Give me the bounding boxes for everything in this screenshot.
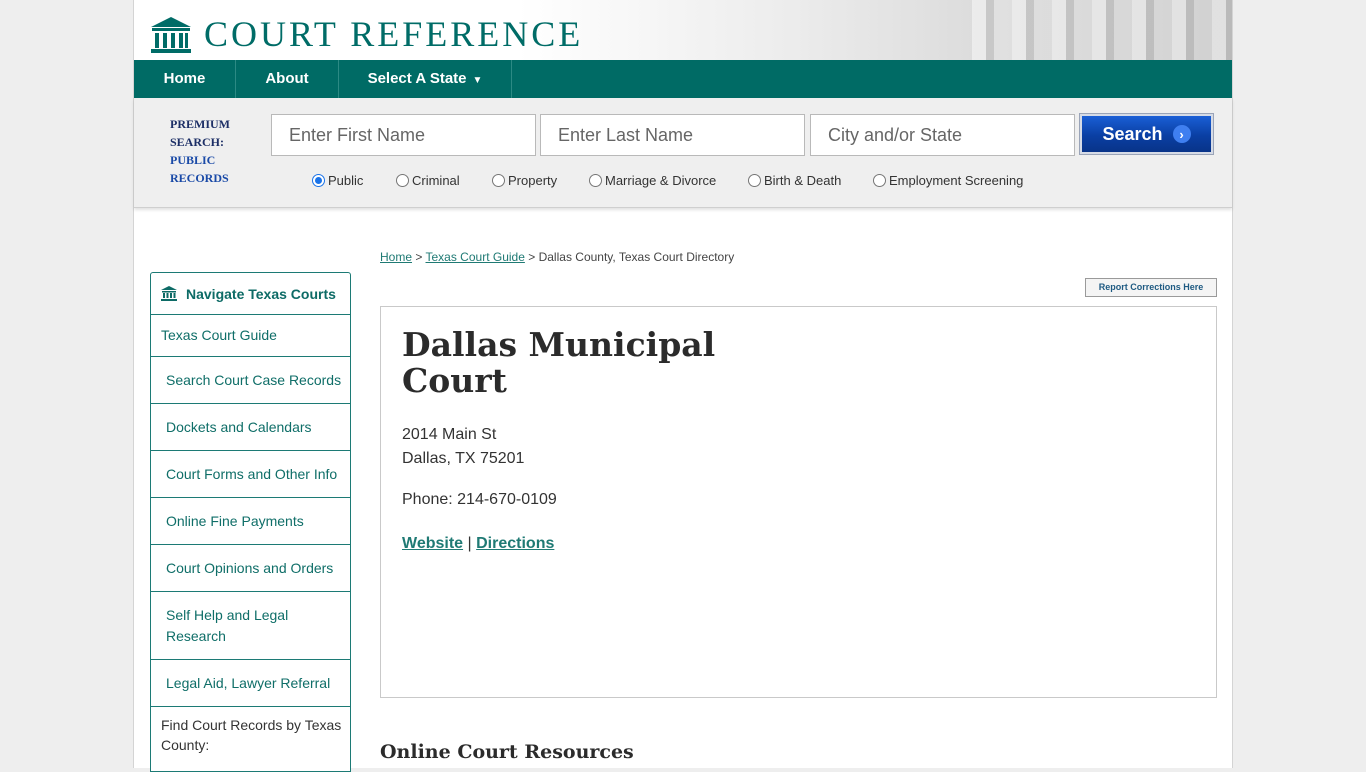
link-separator: |	[467, 535, 472, 552]
sidebar-header: Navigate Texas Courts	[151, 273, 350, 315]
breadcrumb-guide-link[interactable]: Texas Court Guide	[426, 250, 525, 264]
page-container: COURT REFERENCE Home About Select A Stat…	[133, 0, 1233, 772]
court-phone: Phone: 214-670-0109	[402, 491, 557, 508]
radio-birth-death-button[interactable]	[748, 173, 761, 187]
premium-search-bar: PREMIUM SEARCH: PUBLIC RECORDS Search › …	[134, 98, 1232, 208]
sidebar-nav: Navigate Texas Courts Texas Court Guide …	[150, 272, 351, 772]
report-corrections-button[interactable]: Report Corrections Here	[1085, 278, 1217, 297]
header-columns-decoration	[972, 0, 1232, 60]
sidebar-item-self-help[interactable]: Self Help and Legal Research	[151, 592, 350, 660]
sidebar-item-texas-court-guide[interactable]: Texas Court Guide	[151, 315, 350, 357]
court-city-line: Dallas, TX 75201	[402, 450, 525, 467]
radio-property[interactable]: Property	[492, 171, 557, 189]
radio-criminal[interactable]: Criminal	[396, 171, 460, 189]
radio-birth-death[interactable]: Birth & Death	[748, 171, 841, 189]
main-nav: Home About Select A State ▼	[134, 60, 1232, 98]
sidebar-county-label: Find Court Records by Texas County:	[161, 717, 342, 753]
premium-search-label: PREMIUM SEARCH: PUBLIC RECORDS	[170, 115, 250, 187]
nav-about[interactable]: About	[236, 60, 339, 98]
breadcrumb-separator: >	[415, 250, 423, 264]
first-name-input[interactable]	[271, 114, 536, 156]
radio-employment-screening-label: Employment Screening	[889, 172, 1024, 188]
last-name-input[interactable]	[540, 114, 805, 156]
premium-label-line2: SEARCH:	[170, 135, 225, 149]
sidebar-item-court-forms[interactable]: Court Forms and Other Info	[151, 451, 350, 498]
radio-employment-screening-button[interactable]	[873, 173, 886, 187]
nav-about-label: About	[265, 70, 309, 87]
nav-select-state-label: Select A State	[367, 70, 467, 87]
site-logo-text[interactable]: COURT REFERENCE	[204, 14, 583, 54]
breadcrumb-current: Dallas County, Texas Court Directory	[538, 250, 735, 264]
directions-link[interactable]: Directions	[476, 535, 554, 552]
court-name-heading: Dallas Municipal Court	[402, 325, 716, 400]
radio-marriage-divorce-label: Marriage & Divorce	[605, 172, 717, 188]
radio-birth-death-label: Birth & Death	[764, 172, 842, 188]
courthouse-logo-icon[interactable]	[150, 16, 192, 54]
court-street: 2014 Main St	[402, 426, 497, 443]
radio-marriage-divorce[interactable]: Marriage & Divorce	[589, 171, 716, 189]
courthouse-icon	[161, 286, 177, 301]
sidebar-item-legal-aid[interactable]: Legal Aid, Lawyer Referral	[151, 660, 350, 707]
premium-label-line1: PREMIUM	[170, 117, 230, 131]
court-address: 2014 Main St Dallas, TX 75201	[402, 423, 524, 471]
radio-marriage-divorce-button[interactable]	[589, 173, 602, 187]
breadcrumb-home-link[interactable]: Home	[380, 250, 412, 264]
website-link[interactable]: Website	[402, 535, 463, 552]
search-button-label: Search	[1102, 123, 1163, 144]
sidebar-item-dockets-calendars[interactable]: Dockets and Calendars	[151, 404, 350, 451]
city-state-input[interactable]	[810, 114, 1075, 156]
sidebar-item-court-opinions[interactable]: Court Opinions and Orders	[151, 545, 350, 592]
search-button[interactable]: Search ›	[1079, 113, 1214, 155]
radio-property-button[interactable]	[492, 173, 505, 187]
radio-public-label: Public	[328, 172, 364, 188]
chevron-right-icon: ›	[1172, 125, 1191, 143]
radio-employment-screening[interactable]: Employment Screening	[873, 171, 1023, 189]
nav-select-state[interactable]: Select A State ▼	[339, 60, 512, 98]
premium-label-line4: RECORDS	[170, 171, 229, 185]
radio-public-button[interactable]	[312, 173, 325, 187]
radio-criminal-label: Criminal	[412, 172, 460, 188]
breadcrumb-separator: >	[528, 250, 536, 264]
court-info-card: Dallas Municipal Court 2014 Main St Dall…	[380, 306, 1217, 698]
radio-property-label: Property	[508, 172, 558, 188]
radio-criminal-button[interactable]	[396, 173, 409, 187]
premium-label-line3: PUBLIC	[170, 153, 216, 167]
online-resources-heading: Online Court Resources	[380, 741, 634, 763]
court-links: Website | Directions	[402, 535, 554, 553]
nav-home-label: Home	[163, 70, 206, 87]
sidebar-item-fine-payments[interactable]: Online Fine Payments	[151, 498, 350, 545]
radio-public[interactable]: Public	[312, 171, 363, 189]
dropdown-arrow-icon: ▼	[472, 75, 483, 86]
sidebar-title: Navigate Texas Courts	[186, 285, 336, 302]
sidebar-item-search-case-records[interactable]: Search Court Case Records	[151, 357, 350, 404]
breadcrumb: Home > Texas Court Guide > Dallas County…	[380, 250, 734, 264]
site-header: COURT REFERENCE	[134, 0, 1232, 60]
nav-home[interactable]: Home	[134, 60, 236, 98]
